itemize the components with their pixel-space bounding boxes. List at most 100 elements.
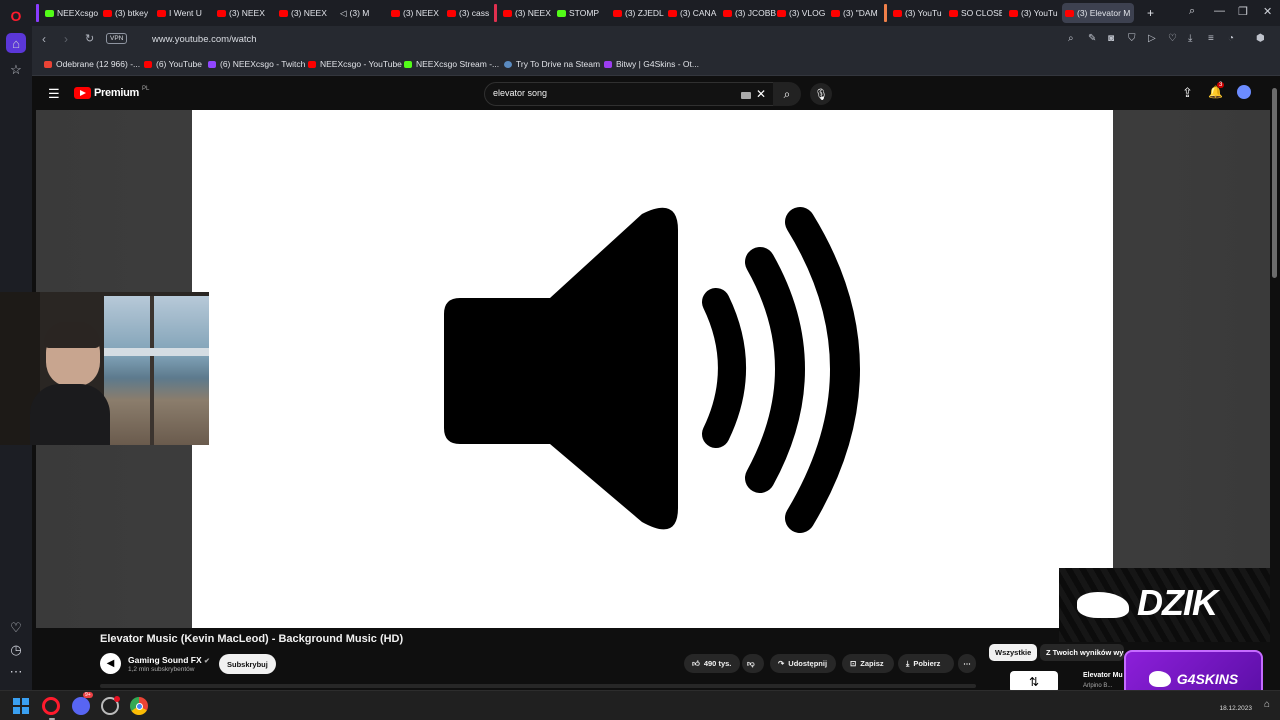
tab-1[interactable]: (3) btkey (100, 3, 154, 23)
voice-search-button[interactable]: 🎙 (810, 83, 832, 105)
clear-search-icon[interactable]: ✕ (756, 87, 766, 101)
chip-all[interactable]: Wszystkie (989, 644, 1038, 661)
tab-17[interactable]: (3) YouTu (1006, 3, 1062, 23)
tab-16[interactable]: SO CLOSE (946, 3, 1002, 23)
speaker-icon: ◀ (106, 658, 115, 669)
search-icon[interactable]: ⌕ (1068, 33, 1074, 44)
download-button[interactable]: ⤓ Pobierz (898, 654, 954, 673)
bookmarks-bar: Odebrane (12 966) -... (6) YouTube (6) N… (32, 54, 1280, 76)
history-icon[interactable]: ◷ (6, 640, 26, 660)
more-icon[interactable]: ⋯ (6, 662, 26, 682)
vpn-badge[interactable]: VPN (106, 33, 128, 44)
heart-icon[interactable]: ♡ (6, 618, 26, 638)
close-icon[interactable]: ✕ (1263, 5, 1272, 18)
upload-icon[interactable]: ⇪ (1182, 85, 1193, 101)
search-icon: ⌕ (783, 86, 791, 101)
bookmark-steam[interactable]: Try To Drive na Steam (504, 59, 600, 69)
share-icon: ↷ (778, 659, 785, 668)
scrollbar-thumb[interactable] (1272, 88, 1277, 278)
windows-start-icon[interactable] (12, 697, 30, 715)
youtube-logo[interactable]: Premium PL (74, 86, 149, 99)
camera-icon[interactable]: ◙ (1108, 33, 1114, 44)
tab-4[interactable]: (3) NEEX (276, 3, 332, 23)
bookmark-kick[interactable]: NEEXcsgo Stream -... (404, 59, 499, 69)
heart-icon[interactable]: ♡ (1168, 33, 1177, 44)
bookmark-youtube[interactable]: (6) YouTube (144, 59, 202, 69)
tab-13[interactable]: (3) VLOG (774, 3, 830, 23)
forward-icon[interactable]: › (64, 32, 68, 46)
home-icon[interactable]: ⌂ (6, 33, 26, 53)
new-tab-button[interactable]: + (1144, 3, 1160, 23)
chrome-icon[interactable] (130, 697, 148, 715)
tab-9[interactable]: STOMP (554, 3, 604, 23)
tab-0[interactable]: NEEXcsgo (42, 3, 102, 23)
video-player[interactable] (192, 110, 1113, 628)
bookmark-twitch[interactable]: (6) NEEXcsgo - Twitch (208, 59, 305, 69)
address-bar: ‹ › ↻ VPN www.youtube.com/watch ⌕ ✎ ◙ ⛉ … (32, 26, 1280, 54)
notification-icon[interactable]: ⌂ (1264, 699, 1270, 710)
webcam-overlay (0, 292, 209, 445)
windows-taskbar: 9+ 18.12.2023 ⌂ (0, 690, 1280, 720)
tab-active[interactable]: (3) Elevator M (1062, 3, 1134, 23)
star-icon[interactable]: ☆ (6, 60, 26, 80)
speaker-volume-icon (444, 207, 860, 533)
dislike-button[interactable]: 👎︎ (742, 654, 764, 673)
tab-2[interactable]: I Went U (154, 3, 210, 23)
channel-name[interactable]: Gaming Sound FX ✔ (128, 655, 210, 665)
play-icon[interactable]: ▷ (1148, 33, 1156, 44)
bookmark-g4skins[interactable]: Bitwy | G4Skins - Ot... (604, 59, 699, 69)
share-button[interactable]: ↷ Udostępnij (770, 654, 836, 673)
notification-badge: 3 (1217, 82, 1225, 88)
chip-from-your-search[interactable]: Z Twoich wyników wyszukiwania (1040, 644, 1124, 661)
verified-icon: ✔ (204, 658, 210, 665)
bookmark-gmail[interactable]: Odebrane (12 966) -... (44, 59, 140, 69)
tab-14[interactable]: (3) "DAM (828, 3, 886, 23)
back-icon[interactable]: ‹ (42, 32, 46, 46)
url-field[interactable]: www.youtube.com/watch (152, 34, 257, 45)
opera-taskbar-icon[interactable] (42, 697, 60, 715)
download-icon[interactable]: ⤓ (1188, 33, 1192, 44)
restore-icon[interactable]: ❐ (1238, 5, 1248, 18)
edit-icon[interactable]: ✎ (1088, 33, 1096, 44)
tab-7[interactable]: (3) cass (444, 3, 500, 23)
search-button[interactable]: ⌕ (773, 82, 801, 106)
tab-5[interactable]: ◁ (3) M (337, 3, 391, 23)
description-box[interactable] (100, 684, 976, 688)
search-box[interactable]: elevator song ✕ (484, 82, 778, 106)
bookmark-icon: ⊡ (850, 659, 857, 668)
extensions-icon[interactable]: ⬢ (1256, 33, 1265, 44)
avatar[interactable] (1237, 85, 1251, 99)
channel-avatar[interactable]: ◀ (100, 653, 121, 674)
profile-icon[interactable]: ◔ (1228, 33, 1234, 44)
tab-3[interactable]: (3) NEEX (214, 3, 272, 23)
tab-11[interactable]: (3) CANA (665, 3, 721, 23)
subscribe-button[interactable]: Subskrybuj (219, 654, 276, 674)
tab-10[interactable]: (3) ZJEDL (610, 3, 666, 23)
more-actions-button[interactable]: ⋯ (958, 654, 976, 673)
search-tabs-icon[interactable]: ⌕ (1189, 5, 1195, 18)
tab-6[interactable]: (3) NEEX (388, 3, 446, 23)
youtube-header: ☰ Premium PL elevator song ✕ ⌕ 🎙 ⇪ 🔔 3 (36, 78, 1270, 110)
hamburger-menu-icon[interactable]: ☰ (48, 86, 60, 102)
menu-icon[interactable]: ≡ (1208, 33, 1214, 44)
thumbs-down-icon: 👎︎ (747, 658, 755, 668)
like-button[interactable]: 👍︎ 490 tys. (684, 654, 740, 673)
discord-icon[interactable]: 9+ (72, 692, 93, 715)
channel-subscribers: 1,2 mln subskrybentów (128, 666, 195, 673)
more-icon: ⋯ (963, 659, 971, 668)
shield-icon[interactable]: ⛉ (1128, 33, 1136, 44)
minimize-icon[interactable]: — (1214, 5, 1225, 17)
tab-8[interactable]: (3) NEEX (500, 3, 558, 23)
mic-icon: 🎙 (814, 88, 828, 101)
tab-12[interactable]: (3) JCOBB (720, 3, 776, 23)
keyboard-icon[interactable] (741, 92, 751, 99)
save-button[interactable]: ⊡ Zapisz (842, 654, 894, 673)
bookmark-neex-youtube[interactable]: NEEXcsgo - YouTube (308, 59, 402, 69)
opera-logo-icon[interactable]: O (6, 6, 26, 26)
app-icon[interactable] (101, 696, 120, 715)
search-input[interactable]: elevator song (493, 88, 547, 98)
download-icon: ⤓ (906, 658, 910, 668)
youtube-play-icon (74, 87, 91, 99)
reload-icon[interactable]: ↻ (85, 32, 94, 45)
tab-15[interactable]: (3) YouTu (890, 3, 948, 23)
